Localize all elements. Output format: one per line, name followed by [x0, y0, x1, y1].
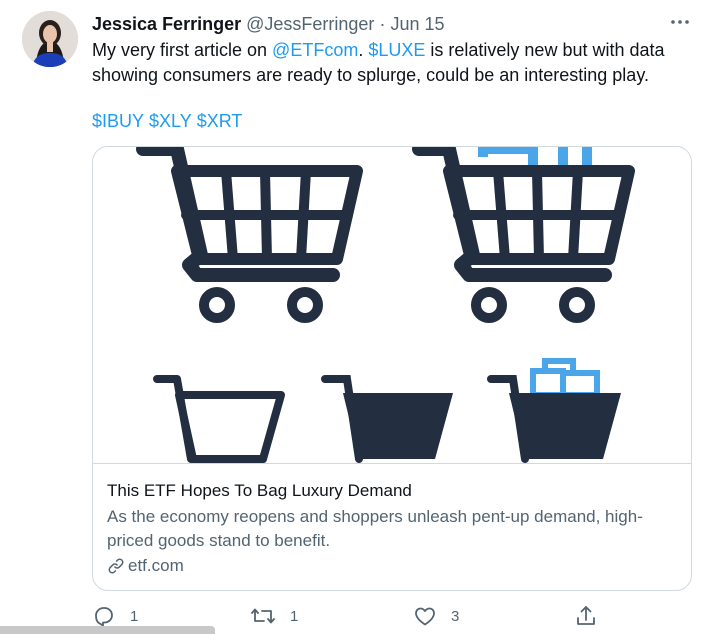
cashtag-link[interactable]: $IBUY	[92, 111, 144, 131]
tweet-text-part: My very first article on	[92, 40, 273, 60]
avatar[interactable]	[22, 11, 78, 67]
outline-cart-icon	[153, 375, 285, 463]
cashtag-link[interactable]: $XRT	[197, 111, 243, 131]
card-title[interactable]: This ETF Hopes To Bag Luxury Demand	[107, 480, 412, 502]
cart-with-bag-icon	[412, 147, 635, 323]
mention-link[interactable]: @ETFcom	[272, 40, 358, 60]
cashtag-link[interactable]: $LUXE	[368, 40, 425, 60]
like-button[interactable]: 3	[413, 604, 459, 628]
like-count: 3	[451, 608, 460, 625]
tweet-text: My very first article on @ETFcom. $LUXE …	[92, 38, 692, 88]
horizontal-scrollbar[interactable]	[0, 626, 215, 634]
separator-dot: ·	[379, 14, 386, 34]
card-image[interactable]	[93, 147, 691, 463]
share-icon	[577, 606, 595, 625]
link-icon	[108, 558, 124, 574]
cashtag-link[interactable]: $XLY	[149, 111, 192, 131]
cashtag-list: $IBUY $XLY $XRT	[92, 109, 247, 133]
tweet[interactable]: Jessica Ferringer @JessFerringer · Jun 1…	[0, 0, 712, 634]
filled-cart-icon	[321, 375, 453, 463]
shopping-carts-illustration	[136, 147, 635, 463]
avatar-photo	[22, 11, 78, 67]
share-button[interactable]	[574, 604, 598, 628]
retweet-count: 1	[290, 608, 299, 625]
card-domain: etf.com	[107, 555, 184, 577]
tweet-date[interactable]: Jun 15	[390, 14, 444, 34]
reply-count: 1	[130, 608, 139, 625]
retweet-button[interactable]: 1	[250, 604, 298, 628]
link-card[interactable]: This ETF Hopes To Bag Luxury Demand As t…	[92, 146, 692, 591]
card-domain-text: etf.com	[128, 556, 184, 575]
reply-icon	[95, 607, 113, 627]
card-description: As the economy reopens and shoppers unle…	[107, 507, 643, 550]
more-horizontal-icon[interactable]	[668, 10, 692, 34]
retweet-icon	[251, 608, 275, 624]
heart-icon	[415, 607, 435, 626]
card-divider	[93, 463, 691, 464]
filled-cart-with-bags-icon	[487, 358, 621, 463]
cart-icon	[136, 147, 363, 323]
reply-button[interactable]: 1	[92, 604, 138, 628]
user-handle[interactable]: @JessFerringer	[246, 14, 374, 34]
tweet-header: Jessica Ferringer @JessFerringer · Jun 1…	[92, 12, 445, 36]
display-name[interactable]: Jessica Ferringer	[92, 14, 241, 34]
tweet-text-part: .	[358, 40, 369, 60]
